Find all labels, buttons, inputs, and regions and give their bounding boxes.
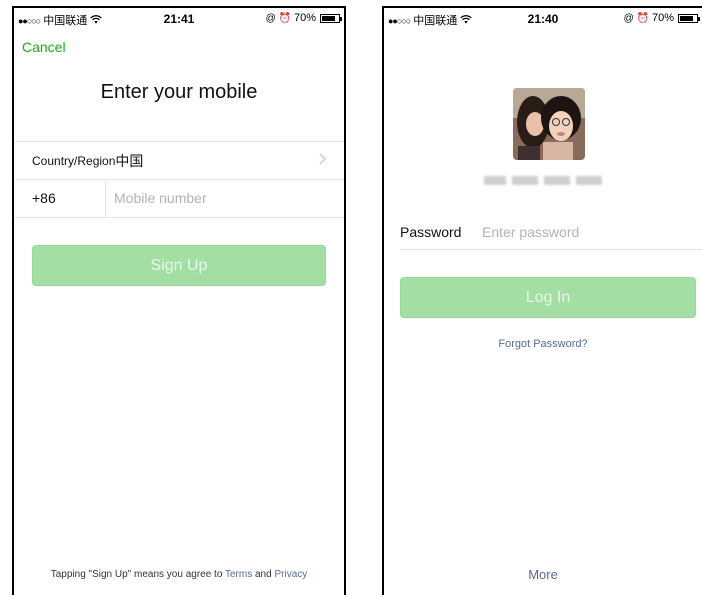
log-in-button[interactable]: Log In bbox=[400, 277, 696, 318]
more-button[interactable]: More bbox=[384, 567, 702, 582]
avatar bbox=[513, 88, 585, 160]
battery-icon bbox=[320, 13, 342, 23]
status-bar: ●●○○○ 中国联通 21:40 @ ⏰ 70% bbox=[384, 8, 702, 28]
country-region-selector[interactable]: Country/Region 中国 bbox=[14, 141, 344, 180]
battery-percent: 70% bbox=[293, 12, 316, 24]
cancel-button[interactable]: Cancel bbox=[22, 39, 66, 55]
lock-rotation-alarm-icons: @ ⏰ bbox=[623, 12, 649, 24]
password-row: Password bbox=[400, 214, 702, 250]
country-region-value: 中国 bbox=[115, 152, 144, 169]
chevron-right-icon bbox=[319, 152, 326, 168]
login-screen: ●●○○○ 中国联通 21:40 @ ⏰ 70% Password Log In… bbox=[382, 6, 702, 595]
signup-screen: ●●○○○ 中国联通 21:41 @ ⏰ 70% Cancel Enter yo… bbox=[12, 6, 346, 595]
country-code[interactable]: +86 bbox=[14, 179, 106, 217]
lock-rotation-alarm-icons: @ ⏰ bbox=[265, 12, 291, 24]
password-input[interactable] bbox=[482, 223, 682, 240]
status-bar: ●●○○○ 中国联通 21:41 @ ⏰ 70% bbox=[14, 8, 344, 28]
forgot-password-link[interactable]: Forgot Password? bbox=[384, 338, 702, 350]
terms-notice: Tapping "Sign Up" means you agree to Ter… bbox=[14, 569, 344, 580]
mobile-number-input[interactable] bbox=[114, 190, 314, 206]
terms-link[interactable]: Terms bbox=[225, 569, 252, 580]
country-region-label: Country/Region bbox=[32, 153, 116, 168]
privacy-link[interactable]: Privacy bbox=[274, 569, 307, 580]
masked-account-id bbox=[484, 176, 602, 185]
mobile-number-row: +86 bbox=[14, 179, 344, 218]
battery-percent: 70% bbox=[651, 12, 674, 24]
page-title: Enter your mobile bbox=[100, 81, 258, 103]
password-label: Password bbox=[400, 223, 462, 240]
terms-prefix: Tapping "Sign Up" means you agree to bbox=[50, 569, 225, 580]
sign-up-button[interactable]: Sign Up bbox=[32, 245, 326, 286]
battery-icon bbox=[678, 13, 700, 23]
terms-and: and bbox=[252, 569, 275, 580]
